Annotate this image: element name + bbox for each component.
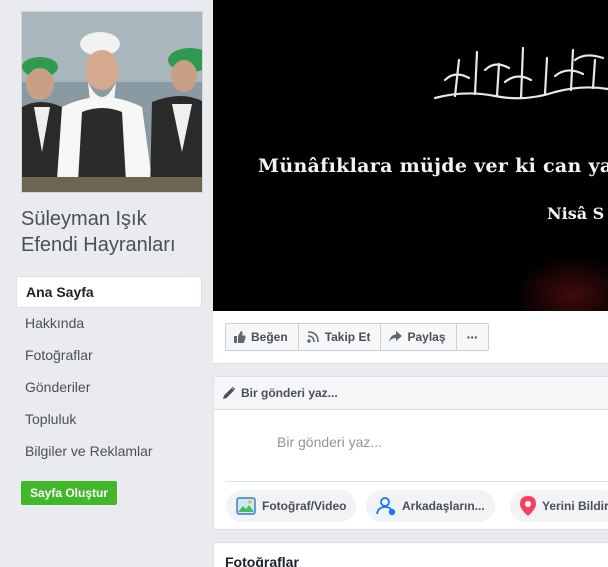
nav-item-community[interactable]: Topluluk <box>16 404 202 436</box>
nav-item-posts[interactable]: Gönderiler <box>16 372 202 404</box>
follow-label: Takip Et <box>324 330 371 344</box>
nav-item-about[interactable]: Hakkında <box>16 308 202 340</box>
check-in-button[interactable]: Yerini Bildir <box>510 490 608 522</box>
page-nav: Ana Sayfa Hakkında Fotoğraflar Gönderile… <box>16 276 202 468</box>
like-button[interactable]: Beğen <box>225 323 299 351</box>
tag-friends-button[interactable]: Arkadaşların... <box>366 490 495 522</box>
profile-picture[interactable] <box>21 11 203 193</box>
photo-video-label: Fotoğraf/Video <box>262 499 347 513</box>
page-title[interactable]: Süleyman Işık Efendi Hayranları <box>21 206 201 258</box>
nav-item-info-ads[interactable]: Bilgiler ve Reklamlar <box>16 436 202 468</box>
photo-video-button[interactable]: Fotoğraf/Video <box>226 490 357 522</box>
create-page-button[interactable]: Sayfa Oluştur <box>21 481 117 505</box>
more-options-button[interactable]: ··· <box>455 323 489 351</box>
more-options-icon: ··· <box>466 329 479 345</box>
location-pin-icon <box>520 496 536 516</box>
action-button-group: Beğen Takip Et Paylaş ··· <box>225 323 489 351</box>
rss-icon <box>306 331 319 343</box>
post-composer: Bir gönderi yaz... Bir gönderi yaz... Fo… <box>213 376 608 530</box>
pencil-icon <box>223 387 235 399</box>
tag-friends-label: Arkadaşların... <box>402 499 485 513</box>
share-button[interactable]: Paylaş <box>380 323 457 351</box>
tag-friends-icon <box>376 497 396 516</box>
follow-button[interactable]: Takip Et <box>297 323 382 351</box>
page-action-bar: Beğen Takip Et Paylaş ··· <box>213 311 608 364</box>
cover-glow <box>513 255 608 311</box>
photos-card: Fotoğraflar <box>213 542 608 567</box>
composer-divider <box>226 481 608 482</box>
like-label: Beğen <box>251 330 288 344</box>
cover-photo[interactable]: Münâfıklara müjde ver ki can yakı Nisâ S <box>213 0 608 311</box>
cover-text-line2: Nisâ S <box>547 204 605 223</box>
calligraphy-icon <box>433 46 608 100</box>
profile-photo-icon <box>22 12 202 192</box>
photo-icon <box>236 497 256 515</box>
composer-input[interactable]: Bir gönderi yaz... <box>277 434 382 450</box>
share-arrow-icon <box>389 331 403 342</box>
cover-text-line1: Münâfıklara müjde ver ki can yakı <box>258 155 608 177</box>
nav-item-photos[interactable]: Fotoğraflar <box>16 340 202 372</box>
share-label: Paylaş <box>407 330 446 344</box>
nav-item-home[interactable]: Ana Sayfa <box>16 276 202 308</box>
composer-header-label: Bir gönderi yaz... <box>241 386 338 400</box>
thumbs-up-icon <box>234 331 246 343</box>
photos-section-title[interactable]: Fotoğraflar <box>225 554 299 567</box>
left-column: Süleyman Işık Efendi Hayranları Ana Sayf… <box>0 0 212 567</box>
composer-header[interactable]: Bir gönderi yaz... <box>214 377 608 410</box>
check-in-label: Yerini Bildir <box>542 499 608 513</box>
